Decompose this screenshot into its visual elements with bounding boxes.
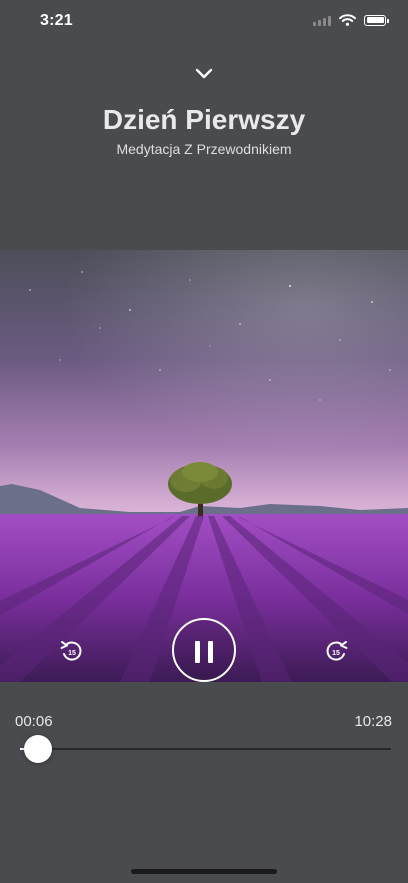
collapse-button[interactable] xyxy=(192,66,216,82)
progress-track[interactable] xyxy=(20,748,391,750)
forward-seconds-label: 15 xyxy=(332,650,340,657)
rewind-15-button[interactable]: 15 xyxy=(58,636,86,664)
progress-thumb[interactable] xyxy=(23,735,52,763)
track-title: Dzień Pierwszy xyxy=(102,104,306,135)
chevron-down-icon xyxy=(195,68,213,79)
signal-icon xyxy=(313,15,331,26)
home-indicator xyxy=(131,869,277,874)
rewind-seconds-label: 15 xyxy=(68,650,76,657)
battery-icon xyxy=(364,14,389,26)
track-subtitle: Medytacja Z Przewodnikiem xyxy=(116,141,292,157)
status-icons xyxy=(313,14,389,26)
pause-button[interactable] xyxy=(172,618,236,682)
total-duration: 10:28 xyxy=(354,713,392,730)
status-time: 3:21 xyxy=(40,12,73,29)
wifi-icon xyxy=(339,14,356,26)
status-bar: 3:21 xyxy=(0,0,408,44)
forward-15-button[interactable]: 15 xyxy=(322,636,350,664)
elapsed-time: 00:06 xyxy=(15,713,53,730)
